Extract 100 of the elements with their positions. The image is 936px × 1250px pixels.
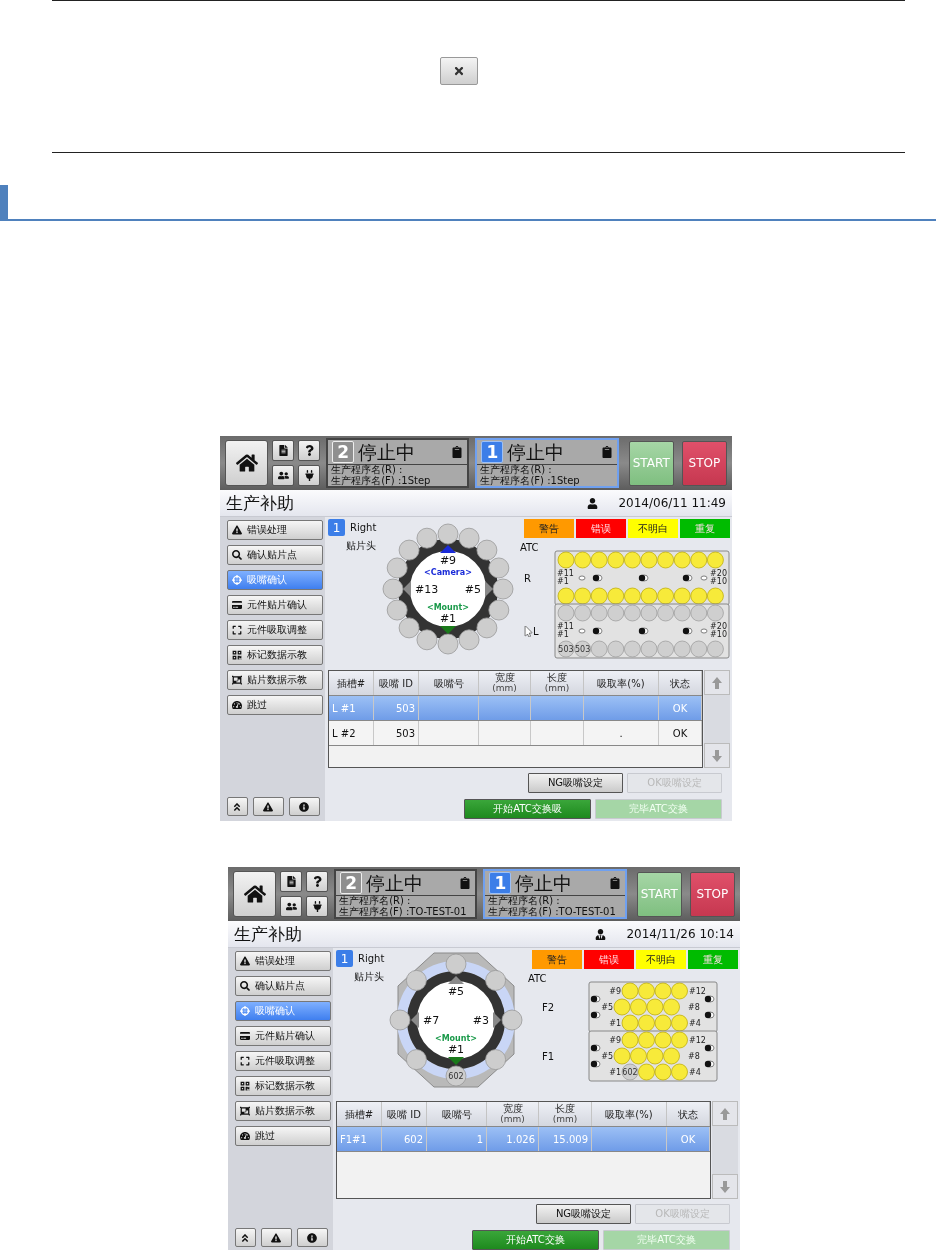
table-cell: OK	[659, 696, 702, 720]
tray-name: R	[524, 572, 531, 584]
document-icon	[285, 876, 297, 887]
legend-tag: 重复	[680, 519, 730, 538]
sidebar-item[interactable]: 跳过	[235, 1126, 331, 1146]
column-header: 吸取率(%)	[584, 671, 659, 695]
user-icon	[587, 497, 599, 509]
document-button[interactable]	[280, 871, 303, 892]
table-cell: 1	[427, 1127, 487, 1151]
latch-icon	[590, 1060, 601, 1068]
slot-number: #4	[689, 1068, 701, 1077]
setting-button[interactable]: NG吸嘴设定	[536, 1204, 631, 1224]
position-label: #7	[423, 1014, 440, 1027]
slot-number: #8	[688, 1003, 700, 1012]
status-text: 停止中	[358, 441, 417, 463]
program-name: 生产程序名(F) :TO-TEST-01	[338, 906, 468, 917]
status-text: 停止中	[515, 872, 574, 894]
sidebar-item[interactable]: 贴片数据示教	[235, 1101, 331, 1121]
users-icon	[285, 901, 297, 912]
table-cell: L #2	[329, 721, 374, 745]
home-button[interactable]	[233, 871, 277, 917]
sidebar-item[interactable]: 标记数据示教	[235, 1076, 331, 1096]
arrow-marker	[440, 545, 456, 553]
table-cell: 15.009	[539, 1127, 592, 1151]
users-icon	[277, 470, 289, 481]
sidebar-item[interactable]: 元件贴片确认	[235, 1026, 331, 1046]
warning-button[interactable]	[252, 797, 284, 816]
legend-tag: 不明白	[628, 519, 678, 538]
latch-icon	[590, 995, 601, 1003]
position-label: #1	[447, 1043, 465, 1056]
lane-status-panel[interactable]: 1 停止中 生产程序名(R) : 生产程序名(F) :TO-TEST-01	[483, 869, 627, 919]
sidebar-item[interactable]: 确认贴片点	[235, 976, 331, 996]
stop-button[interactable]: STOP	[689, 871, 735, 917]
document-button[interactable]	[272, 440, 295, 461]
latch-icon	[592, 574, 603, 582]
sidebar-item[interactable]: 元件贴片确认	[227, 595, 323, 615]
info-button[interactable]	[288, 797, 320, 816]
program-name: 生产程序名(F) :1Step	[330, 475, 432, 486]
plug-button[interactable]	[298, 465, 321, 486]
plug-button[interactable]	[306, 896, 329, 917]
sidebar-item[interactable]: 确认贴片点	[227, 545, 323, 565]
atc-label: ATC	[520, 542, 539, 553]
frame-icon	[240, 1106, 250, 1116]
slot-number: #20	[710, 569, 727, 578]
warning-button[interactable]	[260, 1228, 292, 1247]
stop-button[interactable]: STOP	[681, 440, 727, 486]
slot-number: #5	[601, 1052, 613, 1061]
latch-icon	[700, 575, 708, 581]
setting-button[interactable]: NG吸嘴设定	[528, 773, 623, 793]
scroll-top-button[interactable]	[227, 797, 248, 816]
sidebar-item[interactable]: 标记数据示教	[227, 645, 323, 665]
gauge-icon	[232, 700, 242, 710]
mount-label: <Mount>	[434, 1034, 478, 1043]
latch-icon	[682, 627, 693, 635]
table-cell: 503	[374, 696, 419, 720]
date-time: 2014/11/26 10:14	[626, 927, 734, 941]
arrow-up-icon	[712, 676, 722, 689]
legend-tag: 重复	[688, 950, 738, 969]
info-icon	[299, 801, 310, 812]
card-icon	[240, 1031, 250, 1041]
home-button[interactable]	[225, 440, 269, 486]
users-button[interactable]	[280, 896, 303, 917]
column-header: 长度 (mm)	[539, 1102, 592, 1126]
plug-icon	[311, 901, 323, 912]
sidebar-item[interactable]: 错误处理	[235, 951, 331, 971]
column-header: 插槽#	[337, 1102, 382, 1126]
sidebar-item[interactable]: 跳过	[227, 695, 323, 715]
lane-status-panel[interactable]: 2 停止中 生产程序名(R) : 生产程序名(F) :1Step	[326, 438, 470, 488]
sidebar-item[interactable]: 元件吸取调整	[235, 1051, 331, 1071]
arrow-marker	[440, 626, 456, 634]
document-icon	[277, 445, 289, 456]
help-button[interactable]	[306, 871, 329, 892]
position-label: #1	[439, 612, 457, 625]
lane-number: 2	[340, 872, 363, 894]
program-name: 生产程序名(F) :TO-TEST-01	[487, 906, 617, 917]
column-header: 吸取率(%)	[592, 1102, 667, 1126]
column-header: 吸嘴号	[427, 1102, 487, 1126]
double-chevron-up-icon	[240, 1232, 251, 1243]
arrow-up-icon	[720, 1107, 730, 1120]
scroll-top-button[interactable]	[235, 1228, 256, 1247]
close-button[interactable]	[439, 57, 478, 85]
lane-status-panel[interactable]: 2 停止中 生产程序名(R) : 生产程序名(F) :TO-TEST-01	[334, 869, 478, 919]
slot-number: #1	[609, 1019, 621, 1028]
exchange-button[interactable]: 开始ATC交换吸	[464, 799, 591, 819]
users-button[interactable]	[272, 465, 295, 486]
sidebar-item[interactable]: 元件吸取调整	[227, 620, 323, 640]
column-header: 宽度 (mm)	[479, 671, 531, 695]
info-button[interactable]	[296, 1228, 328, 1247]
position-label: #9	[439, 554, 457, 567]
search-icon	[232, 550, 242, 560]
help-button[interactable]	[298, 440, 321, 461]
head-side: Right	[358, 953, 385, 964]
lane-status-panel[interactable]: 1 停止中 生产程序名(R) : 生产程序名(F) :1Step	[475, 438, 619, 488]
position-label: #5	[464, 583, 481, 596]
table-row[interactable]: L #2 503 . OK	[329, 721, 702, 746]
legend-tag: 警告	[532, 950, 582, 969]
slot-number: #9	[609, 1036, 621, 1045]
sidebar-item[interactable]: 错误处理	[227, 520, 323, 540]
sidebar-item[interactable]: 贴片数据示教	[227, 670, 323, 690]
exchange-button[interactable]: 开始ATC交换	[472, 1230, 599, 1250]
